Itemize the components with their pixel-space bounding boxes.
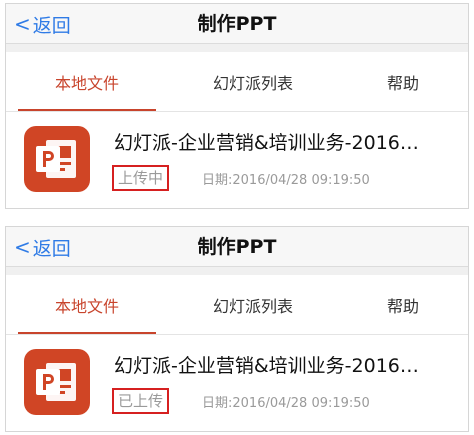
file-name: 幻灯派-企业营销&培训业务-2016… xyxy=(114,355,419,377)
powerpoint-file-icon xyxy=(24,126,90,192)
screen-uploaded: < 返回 制作PPT 本地文件 幻灯派列表 帮助 幻灯派-企业营销&培训业务-2… xyxy=(5,226,469,432)
tab-help-label: 帮助 xyxy=(386,73,419,93)
spacer xyxy=(6,267,468,275)
powerpoint-file-icon xyxy=(24,349,90,415)
tab-slides-list-label: 幻灯派列表 xyxy=(212,296,293,316)
file-list-item[interactable]: 幻灯派-企业营销&培训业务-2016… 上传中 日期:2016/04/28 09… xyxy=(6,112,468,208)
nav-bar: < 返回 制作PPT xyxy=(6,227,468,267)
tab-slides-list-label: 幻灯派列表 xyxy=(212,73,293,93)
tab-help[interactable]: 帮助 xyxy=(338,52,468,111)
file-date: 日期:2016/04/28 09:19:50 xyxy=(202,396,370,411)
page-title: 制作PPT xyxy=(197,13,277,35)
upload-status-badge: 已上传 xyxy=(112,388,170,414)
file-date: 日期:2016/04/28 09:19:50 xyxy=(202,173,370,188)
tab-local-files[interactable]: 本地文件 xyxy=(6,52,168,111)
file-list-item[interactable]: 幻灯派-企业营销&培训业务-2016… 已上传 日期:2016/04/28 09… xyxy=(6,335,468,431)
tab-bar: 本地文件 幻灯派列表 帮助 xyxy=(6,275,468,335)
page-title: 制作PPT xyxy=(197,236,277,258)
file-name: 幻灯派-企业营销&培训业务-2016… xyxy=(114,132,419,154)
tab-slides-list[interactable]: 幻灯派列表 xyxy=(168,52,338,111)
tab-local-files-label: 本地文件 xyxy=(54,296,119,316)
tab-help[interactable]: 帮助 xyxy=(338,275,468,334)
upload-status-badge: 上传中 xyxy=(112,165,170,191)
screen-uploading: < 返回 制作PPT 本地文件 幻灯派列表 帮助 幻灯派-企业营销&培训业务-2… xyxy=(5,3,469,209)
nav-bar: < 返回 制作PPT xyxy=(6,4,468,44)
tab-bar: 本地文件 幻灯派列表 帮助 xyxy=(6,52,468,112)
spacer xyxy=(6,44,468,52)
active-tab-indicator xyxy=(18,332,156,334)
tab-help-label: 帮助 xyxy=(386,296,419,316)
tab-local-files-label: 本地文件 xyxy=(54,73,119,93)
tab-slides-list[interactable]: 幻灯派列表 xyxy=(168,275,338,334)
active-tab-indicator xyxy=(18,109,156,111)
tab-local-files[interactable]: 本地文件 xyxy=(6,275,168,334)
